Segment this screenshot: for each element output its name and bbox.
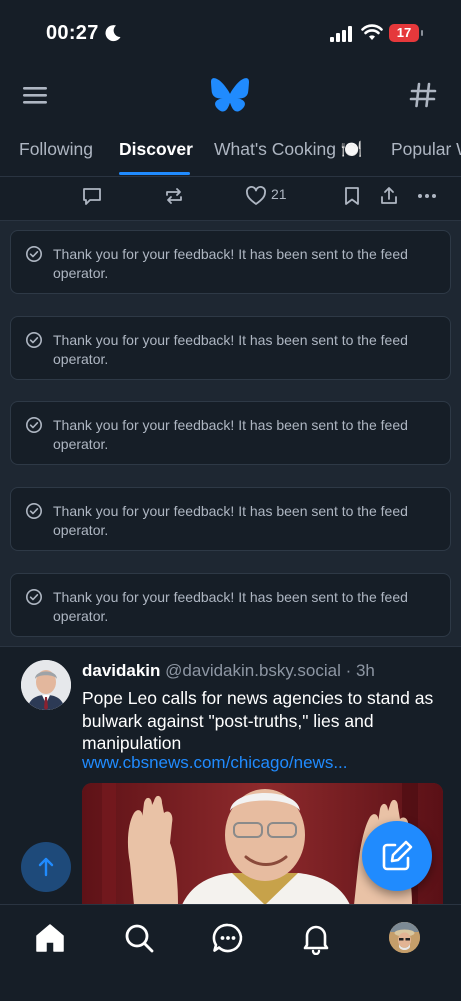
wifi-icon bbox=[361, 24, 383, 40]
post-link[interactable]: www.cbsnews.com/chicago/news... bbox=[82, 753, 348, 773]
tab-following[interactable]: Following bbox=[19, 139, 93, 160]
status-bar: 00:27 17 bbox=[0, 0, 461, 64]
battery-level: 17 bbox=[396, 25, 412, 40]
moon-icon bbox=[105, 25, 121, 42]
check-circle-icon bbox=[26, 246, 42, 262]
author-avatar[interactable] bbox=[21, 660, 71, 710]
feedback-card: Thank you for your feedback! It has been… bbox=[10, 573, 451, 637]
feedback-card: Thank you for your feedback! It has been… bbox=[10, 316, 451, 380]
feedback-card: Thank you for your feedback! It has been… bbox=[10, 401, 451, 465]
compose-post-button[interactable] bbox=[362, 821, 432, 891]
feedback-message: Thank you for your feedback! It has been… bbox=[53, 589, 408, 624]
feedback-card: Thank you for your feedback! It has been… bbox=[10, 487, 451, 551]
post-text: Pope Leo calls for news agencies to stan… bbox=[82, 688, 434, 753]
post-action-bar: 21 bbox=[0, 176, 461, 221]
feed-tabs: Following Discover What's Cooking 🍽️ Pop… bbox=[0, 128, 461, 177]
post-time: · 3h bbox=[345, 661, 375, 680]
bell-icon[interactable] bbox=[299, 921, 333, 955]
post-author[interactable]: davidakin bbox=[82, 661, 160, 680]
hashtag-icon[interactable] bbox=[408, 80, 438, 110]
compose-pencil-icon bbox=[382, 840, 413, 871]
hamburger-menu-icon[interactable] bbox=[20, 80, 50, 110]
search-icon[interactable] bbox=[122, 921, 156, 955]
profile-avatar[interactable] bbox=[389, 922, 420, 953]
check-circle-icon bbox=[26, 417, 42, 433]
tab-discover[interactable]: Discover bbox=[119, 139, 193, 160]
author-avatar-image bbox=[21, 660, 71, 710]
share-icon[interactable] bbox=[378, 185, 400, 207]
battery-indicator: 17 bbox=[389, 24, 419, 42]
bookmark-icon[interactable] bbox=[341, 185, 363, 207]
status-time: 00:27 bbox=[46, 22, 99, 44]
feedback-list: Thank you for your feedback! It has been… bbox=[0, 221, 461, 646]
post-header: davidakin @davidakin.bsky.social · 3h bbox=[82, 661, 375, 681]
more-icon[interactable] bbox=[416, 185, 438, 207]
tab-whats-cooking[interactable]: What's Cooking 🍽️ bbox=[214, 139, 363, 160]
feedback-card: Thank you for your feedback! It has been… bbox=[10, 230, 451, 294]
profile-avatar-image bbox=[389, 922, 420, 953]
butterfly-logo-icon[interactable] bbox=[211, 78, 249, 112]
check-circle-icon bbox=[26, 589, 42, 605]
heart-icon[interactable] bbox=[245, 185, 267, 207]
check-circle-icon bbox=[26, 332, 42, 348]
comment-icon[interactable] bbox=[81, 185, 103, 207]
chat-icon[interactable] bbox=[211, 921, 245, 955]
like-count: 21 bbox=[271, 186, 287, 202]
feedback-message: Thank you for your feedback! It has been… bbox=[53, 417, 408, 452]
top-bar bbox=[0, 66, 461, 126]
arrow-up-icon bbox=[38, 857, 54, 877]
home-icon[interactable] bbox=[33, 921, 67, 955]
tab-popular[interactable]: Popular W bbox=[391, 139, 461, 160]
feedback-message: Thank you for your feedback! It has been… bbox=[53, 332, 408, 367]
bottom-navigation bbox=[0, 904, 461, 1001]
feedback-message: Thank you for your feedback! It has been… bbox=[53, 503, 408, 538]
active-tab-indicator bbox=[119, 172, 190, 175]
post-handle[interactable]: @davidakin.bsky.social bbox=[165, 661, 341, 680]
feedback-message: Thank you for your feedback! It has been… bbox=[53, 246, 408, 281]
check-circle-icon bbox=[26, 503, 42, 519]
battery-cap bbox=[421, 30, 423, 36]
repost-icon[interactable] bbox=[163, 185, 185, 207]
cellular-signal-icon bbox=[330, 26, 352, 42]
scroll-to-top-button[interactable] bbox=[21, 842, 71, 892]
